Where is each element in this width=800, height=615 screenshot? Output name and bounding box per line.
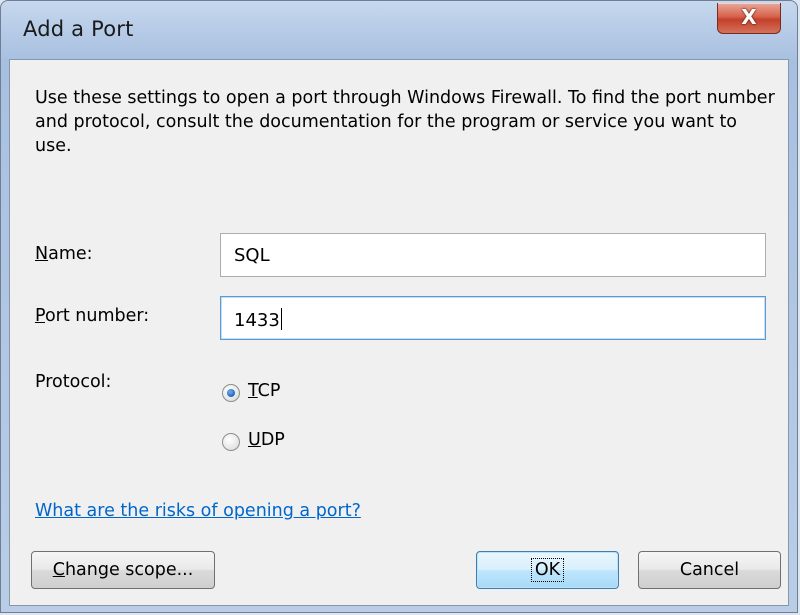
port-number-label-access-key: P xyxy=(35,306,45,326)
title-bar[interactable]: Add a Port X xyxy=(1,1,797,59)
udp-label-text: DP xyxy=(260,430,285,450)
dialog-content: Use these settings to open a port throug… xyxy=(9,59,789,606)
name-label-text: ame: xyxy=(48,244,93,264)
tcp-radio-label: TCP xyxy=(248,381,280,401)
name-input[interactable]: SQL xyxy=(220,233,766,277)
tcp-label-text: CP xyxy=(257,381,281,401)
udp-radio-label: UDP xyxy=(248,430,285,450)
port-number-input-value: 1433 xyxy=(234,310,280,331)
close-button[interactable]: X xyxy=(717,3,781,34)
change-scope-access-key: C xyxy=(52,560,65,580)
tcp-access-key: T xyxy=(248,381,258,401)
radio-selected-dot-icon xyxy=(227,389,235,397)
port-number-label-text: ort number: xyxy=(44,306,150,326)
add-port-dialog: Add a Port X Use these settings to open … xyxy=(0,0,798,613)
udp-access-key: U xyxy=(248,430,261,450)
text-caret xyxy=(280,308,282,330)
instructions-text: Use these settings to open a port throug… xyxy=(35,88,775,156)
udp-radio-button[interactable] xyxy=(222,433,240,451)
cancel-button[interactable]: Cancel xyxy=(638,551,781,589)
port-number-input[interactable]: 1433 xyxy=(220,296,766,340)
name-label: Name: xyxy=(35,244,93,264)
change-scope-label: hange scope... xyxy=(64,560,194,580)
tcp-radio-button[interactable] xyxy=(222,384,240,402)
port-risks-help-link[interactable]: What are the risks of opening a port? xyxy=(35,501,361,521)
name-input-value: SQL xyxy=(234,245,270,266)
dialog-title: Add a Port xyxy=(23,17,134,41)
name-label-access-key: N xyxy=(35,244,49,264)
port-number-label: Port number: xyxy=(35,306,149,326)
protocol-label: Protocol: xyxy=(35,372,112,392)
ok-button-label: OK xyxy=(530,558,565,582)
ok-button[interactable]: OK xyxy=(476,551,619,589)
change-scope-button[interactable]: Change scope... xyxy=(31,551,215,589)
close-icon: X xyxy=(741,5,757,29)
